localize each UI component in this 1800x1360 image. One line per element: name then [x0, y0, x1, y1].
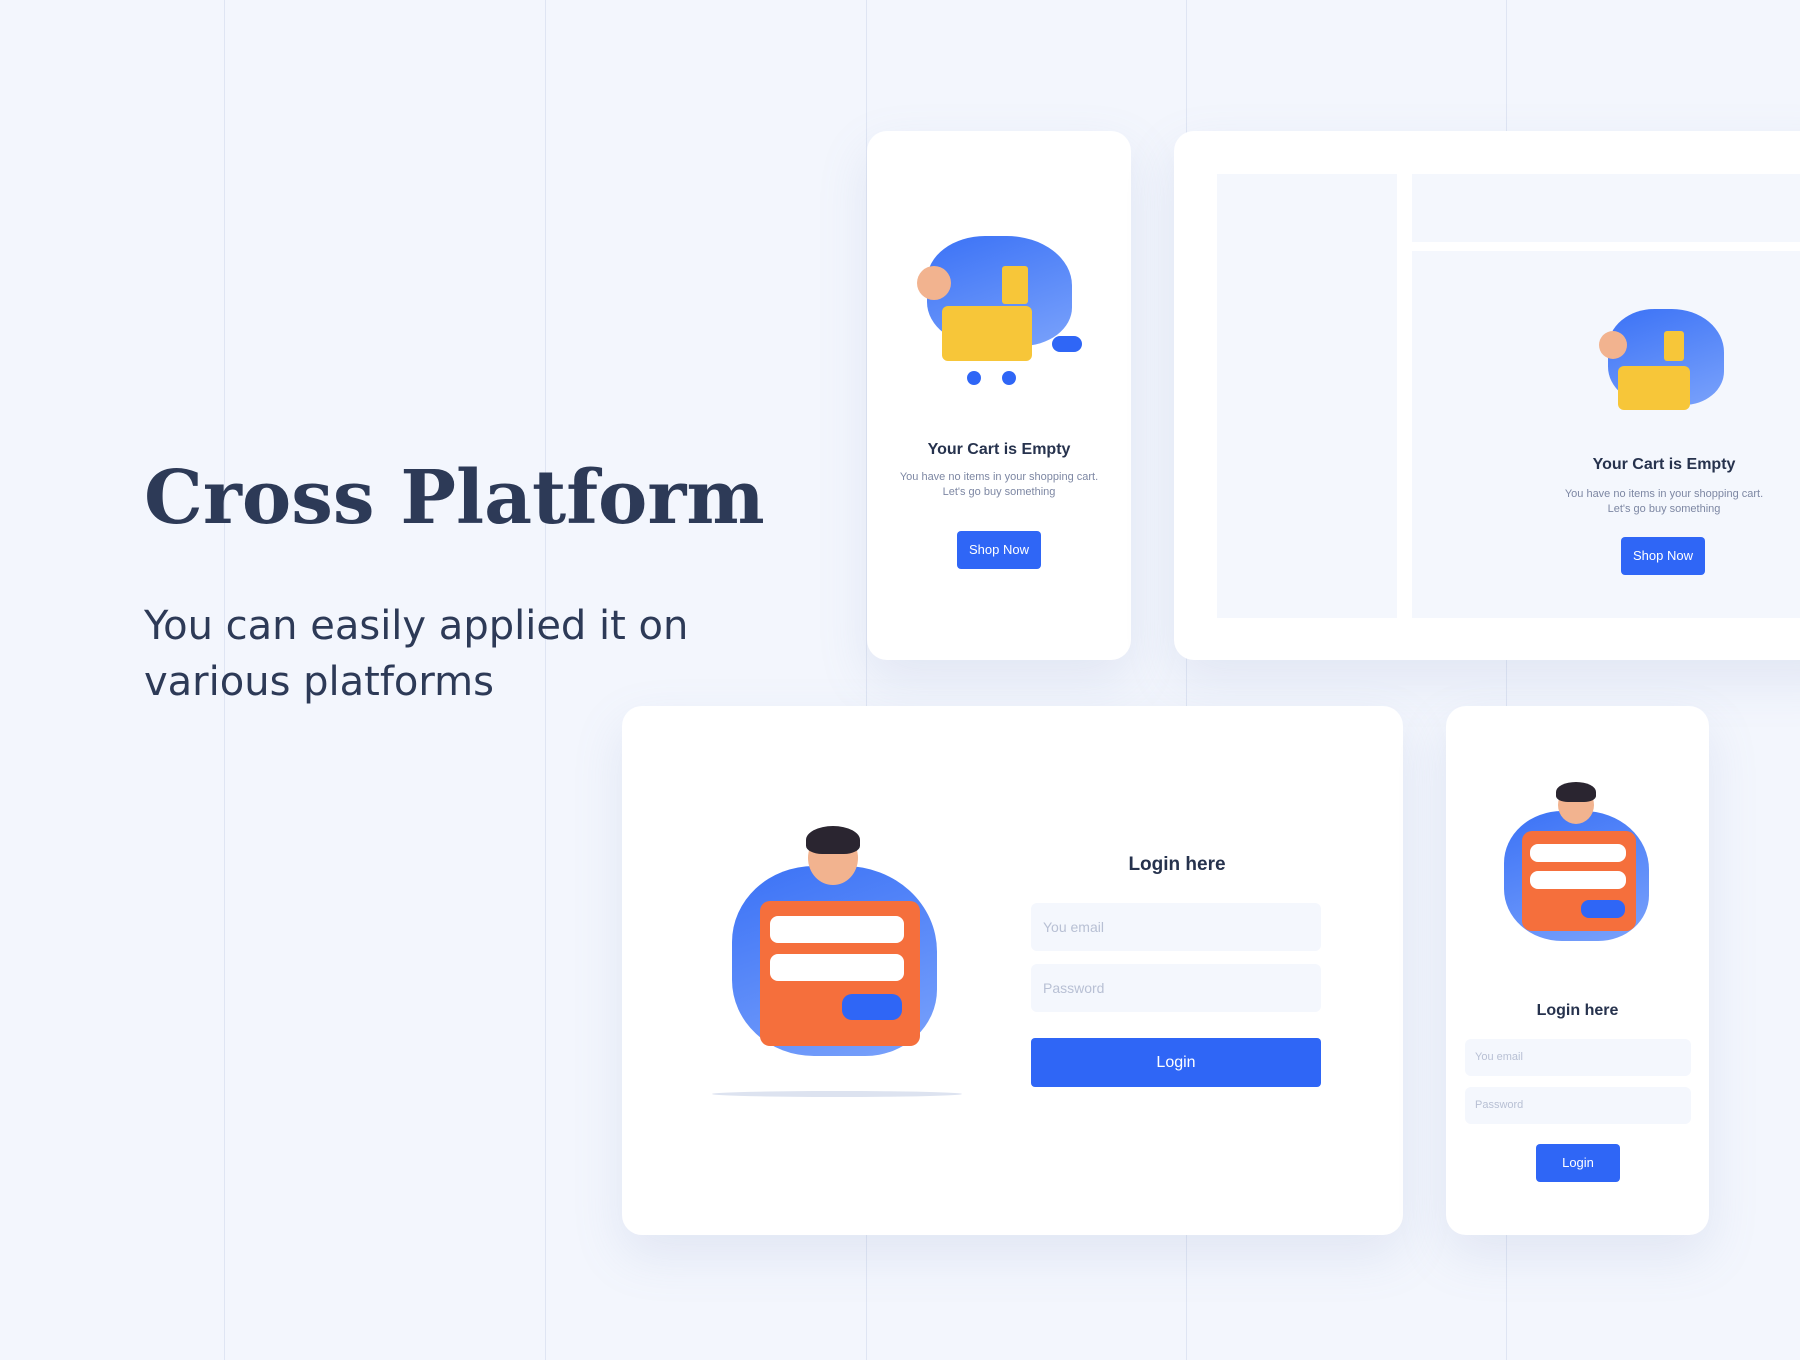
- login-mobile-card: Login here You email Password Login: [1446, 706, 1709, 1235]
- sidebar-placeholder: [1217, 174, 1397, 618]
- cart-title: Your Cart is Empty: [1592, 456, 1736, 473]
- login-title: Login here: [1128, 854, 1226, 875]
- header-placeholder: [1412, 174, 1800, 242]
- email-input[interactable]: You email: [1031, 903, 1321, 951]
- login-title: Login here: [1536, 1002, 1619, 1019]
- login-button[interactable]: Login: [1536, 1144, 1620, 1182]
- hero-subtitle: You can easily applied it on various pla…: [144, 603, 689, 705]
- hero-title: Cross Platform: [144, 455, 765, 541]
- cart-desktop-card: Your Cart is Empty You have no items in …: [1174, 131, 1800, 660]
- content-placeholder: [1412, 251, 1800, 618]
- cart-text-1: You have no items in your shopping cart.: [899, 471, 1099, 483]
- login-desktop-card: Login here You email Password Login: [622, 706, 1403, 1235]
- shop-now-button[interactable]: Shop Now: [957, 531, 1041, 569]
- cart-title: Your Cart is Empty: [927, 441, 1071, 458]
- shop-now-button[interactable]: Shop Now: [1621, 537, 1705, 575]
- cart-text-2: Let's go buy something: [942, 486, 1056, 498]
- password-input[interactable]: Password: [1465, 1087, 1691, 1124]
- cart-text-1: You have no items in your shopping cart.: [1564, 488, 1764, 500]
- login-button[interactable]: Login: [1031, 1038, 1321, 1087]
- password-input[interactable]: Password: [1031, 964, 1321, 1012]
- cart-mobile-card: Your Cart is Empty You have no items in …: [867, 131, 1131, 660]
- cart-text-2: Let's go buy something: [1607, 503, 1721, 515]
- email-input[interactable]: You email: [1465, 1039, 1691, 1076]
